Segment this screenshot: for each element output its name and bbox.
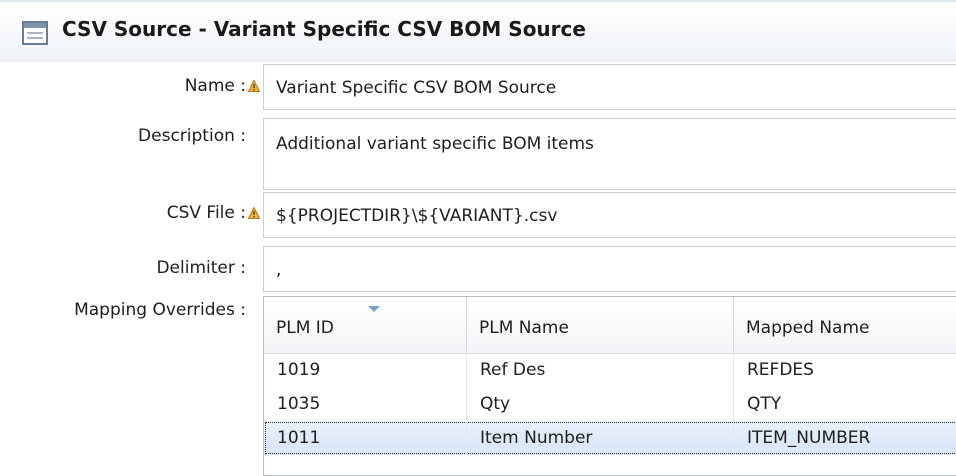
warning-icon	[248, 80, 260, 92]
form-table-icon	[22, 21, 48, 45]
cell-mapped-name: QTY	[747, 394, 782, 414]
description-label: Description :	[138, 126, 246, 146]
mapping-overrides-label: Mapping Overrides :	[74, 300, 246, 320]
cell-plm-id: 1035	[264, 387, 467, 421]
cell-plm-name: Ref Des	[467, 353, 734, 387]
cell-plm-name: Qty	[467, 387, 734, 421]
table-row[interactable]: 1035 Qty QTY	[264, 387, 956, 421]
cell-plm-id: 1019	[264, 353, 467, 387]
name-value: Variant Specific CSV BOM Source	[276, 78, 557, 98]
cell-plm-name: Item Number	[467, 421, 734, 455]
description-field[interactable]: Additional variant specific BOM items	[263, 118, 956, 190]
cell-plm-id: 1011	[264, 421, 467, 455]
table-row[interactable]: 1019 Ref Des REFDES	[264, 353, 956, 387]
editor-header: CSV Source - Variant Specific CSV BOM So…	[0, 0, 956, 62]
delimiter-value: ,	[276, 260, 282, 280]
csv-file-value: ${PROJECTDIR}\${VARIANT}.csv	[276, 206, 558, 226]
sort-descending-icon	[368, 306, 380, 312]
description-value: Additional variant specific BOM items	[276, 134, 594, 154]
csv-file-field[interactable]: ${PROJECTDIR}\${VARIANT}.csv	[263, 192, 956, 238]
column-header-plm-id[interactable]: PLM ID	[264, 297, 467, 353]
name-label: Name :	[184, 76, 246, 96]
editor-title: CSV Source - Variant Specific CSV BOM So…	[62, 17, 586, 41]
table-row-selected[interactable]: 1011 Item Number ITEM_NUMBER	[264, 421, 956, 455]
table-header: PLM ID PLM Name Mapped Name	[264, 297, 956, 354]
csv-file-label: CSV File :	[166, 203, 246, 223]
warning-icon	[248, 207, 260, 219]
column-header-mapped-name[interactable]: Mapped Name	[734, 297, 956, 353]
delimiter-label: Delimiter :	[156, 258, 246, 278]
column-header-plm-name[interactable]: PLM Name	[467, 297, 734, 353]
cell-mapped-name: ITEM_NUMBER	[747, 428, 871, 448]
cell-mapped-name: REFDES	[747, 360, 814, 380]
delimiter-field[interactable]: ,	[263, 246, 956, 292]
mapping-overrides-table[interactable]: PLM ID PLM Name Mapped Name 1019 Ref Des…	[263, 296, 956, 476]
name-field[interactable]: Variant Specific CSV BOM Source	[263, 64, 956, 110]
